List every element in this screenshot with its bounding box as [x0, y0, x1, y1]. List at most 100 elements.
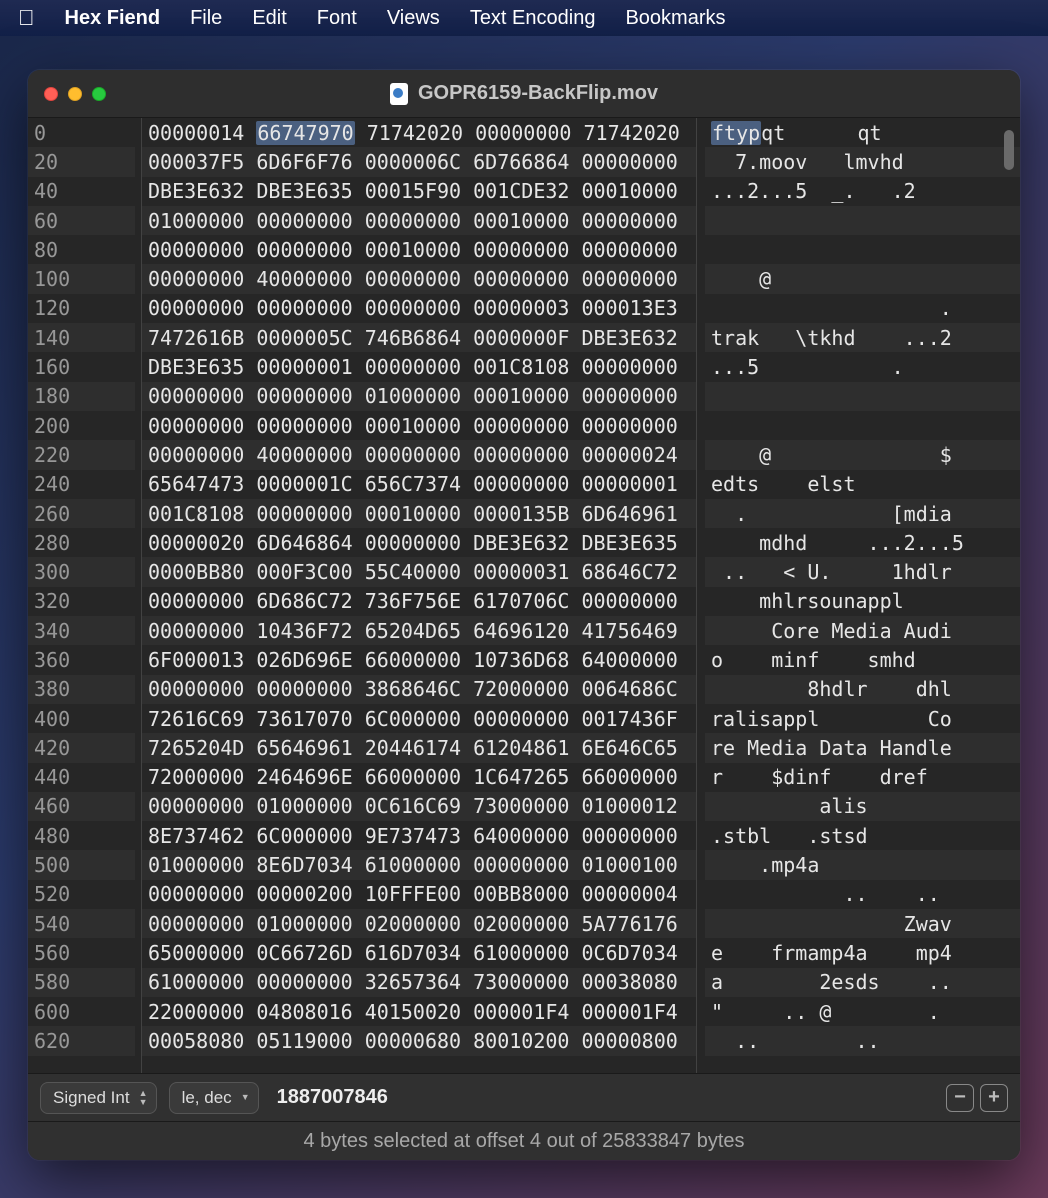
ascii-row[interactable]: " .. @ . [705, 997, 1020, 1026]
hex-selection[interactable]: 66747970 [256, 121, 354, 145]
hex-row[interactable]: 00000000 00000000 3868646C 72000000 0064… [142, 675, 696, 704]
chevron-updown-icon: ▲▼ [139, 1089, 148, 1107]
hex-row[interactable]: 01000000 8E6D7034 61000000 00000000 0100… [142, 850, 696, 879]
plus-button[interactable]: + [980, 1084, 1008, 1112]
hex-row[interactable]: 00000000 01000000 0C616C69 73000000 0100… [142, 792, 696, 821]
hex-row[interactable]: 65647473 0000001C 656C7374 00000000 0000… [142, 470, 696, 499]
ascii-row[interactable]: .. < U. 1hdlr [705, 557, 1020, 586]
hex-row[interactable]: 22000000 04808016 40150020 000001F4 0000… [142, 997, 696, 1026]
hex-row[interactable]: 7472616B 0000005C 746B6864 0000000F DBE3… [142, 323, 696, 352]
ascii-row[interactable]: a 2esds .. [705, 968, 1020, 997]
offset-cell: 100 [28, 264, 135, 293]
ascii-row[interactable]: ralisappl Co [705, 704, 1020, 733]
ascii-row[interactable]: Core Media Audi [705, 616, 1020, 645]
offset-cell: 500 [28, 850, 135, 879]
ascii-row[interactable]: ...5 . [705, 352, 1020, 381]
type-popup[interactable]: Signed Int ▲▼ [40, 1082, 157, 1114]
ascii-row[interactable]: 8hdlr dhl [705, 675, 1020, 704]
document-proxy-icon[interactable] [390, 83, 408, 105]
scrollbar-thumb[interactable] [1004, 130, 1014, 170]
close-button[interactable] [44, 87, 58, 101]
ascii-row[interactable]: ...2...5 _. .2 [705, 177, 1020, 206]
hex-row[interactable]: 00000000 00000000 00010000 00000000 0000… [142, 235, 696, 264]
hex-row[interactable]: 72000000 2464696E 66000000 1C647265 6600… [142, 763, 696, 792]
ascii-row[interactable]: alis [705, 792, 1020, 821]
ascii-column[interactable]: ftypqt qt 7.moov lmvhd ...2...5 _. .2 @ … [697, 118, 1020, 1073]
offset-cell: 320 [28, 587, 135, 616]
hex-row[interactable]: 00000000 6D686C72 736F756E 6170706C 0000… [142, 587, 696, 616]
hex-row[interactable]: 00000000 40000000 00000000 00000000 0000… [142, 264, 696, 293]
ascii-row[interactable]: .. .. [705, 1026, 1020, 1055]
hex-row[interactable]: DBE3E632 DBE3E635 00015F90 001CDE32 0001… [142, 177, 696, 206]
ascii-row[interactable]: re Media Data Handle [705, 733, 1020, 762]
hex-row[interactable]: 00000000 40000000 00000000 00000000 0000… [142, 440, 696, 469]
hex-row[interactable]: 00058080 05119000 00000680 80010200 0000… [142, 1026, 696, 1055]
hex-row[interactable]: 000037F5 6D6F6F76 0000006C 6D766864 0000… [142, 147, 696, 176]
hex-row[interactable]: DBE3E635 00000001 00000000 001C8108 0000… [142, 352, 696, 381]
hex-row[interactable]: 00000000 01000000 02000000 02000000 5A77… [142, 909, 696, 938]
hex-row[interactable]: 8E737462 6C000000 9E737473 64000000 0000… [142, 821, 696, 850]
hex-row[interactable]: 72616C69 73617070 6C000000 00000000 0017… [142, 704, 696, 733]
chevron-down-icon: ▼ [241, 1093, 250, 1102]
hex-row[interactable]: 7265204D 65646961 20446174 61204861 6E64… [142, 733, 696, 762]
inspector-toolbar: Signed Int ▲▼ le, dec ▼ 1887007846 − + [28, 1074, 1020, 1122]
ascii-selection[interactable]: ftyp [711, 121, 761, 145]
minimize-button[interactable] [68, 87, 82, 101]
hex-row[interactable]: 0000BB80 000F3C00 55C40000 00000031 6864… [142, 557, 696, 586]
hex-row[interactable]: 001C8108 00000000 00010000 0000135B 6D64… [142, 499, 696, 528]
offset-cell: 360 [28, 645, 135, 674]
ascii-row[interactable]: .stbl .stsd [705, 821, 1020, 850]
menu-font[interactable]: Font [317, 7, 357, 30]
ascii-row[interactable] [705, 206, 1020, 235]
hex-row[interactable]: 00000000 10436F72 65204D65 64696120 4175… [142, 616, 696, 645]
ascii-row[interactable]: ftypqt qt [705, 118, 1020, 147]
ascii-row[interactable]: mdhd ...2...5 [705, 528, 1020, 557]
ascii-row[interactable]: 7.moov lmvhd [705, 147, 1020, 176]
ascii-row[interactable] [705, 411, 1020, 440]
menubar:  Hex Fiend File Edit Font Views Text En… [0, 0, 1048, 36]
ascii-row[interactable]: .. .. [705, 880, 1020, 909]
ascii-row[interactable]: Zwav [705, 909, 1020, 938]
hex-row[interactable]: 00000000 00000000 00010000 00000000 0000… [142, 411, 696, 440]
ascii-row[interactable]: e frmamp4a mp4 [705, 938, 1020, 967]
hex-row[interactable]: 00000000 00000000 01000000 00010000 0000… [142, 382, 696, 411]
hex-row[interactable]: 00000000 00000000 00000000 00000003 0000… [142, 294, 696, 323]
hex-row[interactable]: 01000000 00000000 00000000 00010000 0000… [142, 206, 696, 235]
hex-row[interactable]: 00000000 00000200 10FFFE00 00BB8000 0000… [142, 880, 696, 909]
apple-menu[interactable]:  [18, 5, 35, 31]
ascii-row[interactable]: o minf smhd [705, 645, 1020, 674]
hex-row[interactable]: 61000000 00000000 32657364 73000000 0003… [142, 968, 696, 997]
ascii-row[interactable]: .mp4a [705, 850, 1020, 879]
ascii-row[interactable] [705, 235, 1020, 264]
ascii-row[interactable]: mhlrsounappl [705, 587, 1020, 616]
hex-row[interactable]: 00000014 66747970 71742020 00000000 7174… [142, 118, 696, 147]
menu-edit[interactable]: Edit [252, 7, 286, 30]
hex-row[interactable]: 6F000013 026D696E 66000000 10736D68 6400… [142, 645, 696, 674]
minus-button[interactable]: − [946, 1084, 974, 1112]
menu-file[interactable]: File [190, 7, 222, 30]
zoom-button[interactable] [92, 87, 106, 101]
hex-view[interactable]: 0204060801001201401601802002202402602803… [28, 118, 1020, 1073]
ascii-row[interactable]: @ $ [705, 440, 1020, 469]
menu-bookmarks[interactable]: Bookmarks [625, 7, 725, 30]
ascii-row[interactable]: . [mdia [705, 499, 1020, 528]
offset-cell: 60 [28, 206, 135, 235]
hex-column[interactable]: 00000014 66747970 71742020 00000000 7174… [142, 118, 697, 1073]
app-name-menu[interactable]: Hex Fiend [65, 7, 161, 30]
offset-cell: 180 [28, 382, 135, 411]
menu-views[interactable]: Views [387, 7, 440, 30]
format-popup[interactable]: le, dec ▼ [169, 1082, 259, 1114]
hex-row[interactable]: 65000000 0C66726D 616D7034 61000000 0C6D… [142, 938, 696, 967]
menu-text-encoding[interactable]: Text Encoding [470, 7, 596, 30]
ascii-row[interactable]: @ [705, 264, 1020, 293]
ascii-row[interactable] [705, 382, 1020, 411]
offset-cell: 560 [28, 938, 135, 967]
titlebar[interactable]: GOPR6159-BackFlip.mov [28, 70, 1020, 118]
ascii-row[interactable]: trak \tkhd ...2 [705, 323, 1020, 352]
offset-cell: 140 [28, 323, 135, 352]
hex-row[interactable]: 00000020 6D646864 00000000 DBE3E632 DBE3… [142, 528, 696, 557]
ascii-row[interactable]: edts elst [705, 470, 1020, 499]
ascii-row[interactable]: r $dinf dref [705, 763, 1020, 792]
offset-cell: 40 [28, 177, 135, 206]
ascii-row[interactable]: . [705, 294, 1020, 323]
